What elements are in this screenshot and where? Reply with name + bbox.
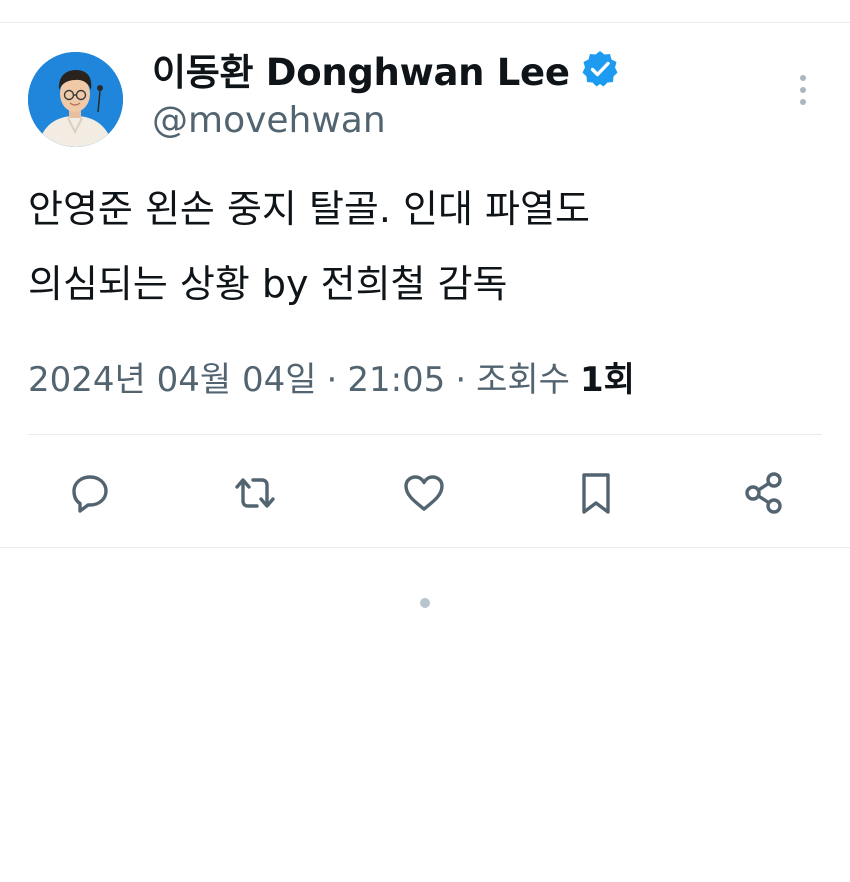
bookmark-icon (582, 473, 610, 514)
reply-button[interactable] (62, 465, 118, 521)
meta-separator: · (455, 360, 467, 400)
tweet-text-line: 의심되는 상황 by 전희철 감독 (28, 262, 508, 306)
share-button[interactable] (736, 465, 792, 521)
page-indicator-dot (420, 598, 430, 608)
bottom-divider (0, 547, 850, 548)
views-suffix: 회 (603, 360, 635, 400)
tweet-date[interactable]: 2024년 04월 04일 (28, 352, 317, 401)
tweet-text-line: 안영준 왼손 중지 탈골. 인대 파열도 (28, 187, 590, 231)
display-name[interactable]: 이동환 Donghwan Lee (152, 42, 570, 96)
tweet-meta: 2024년 04월 04일 · 21:05 · 조회수 1회 (28, 352, 635, 401)
user-handle[interactable]: @movehwan (152, 100, 386, 141)
like-button[interactable] (396, 465, 452, 521)
tweet-text: 안영준 왼손 중지 탈골. 인대 파열도 의심되는 상황 by 전희철 감독 (28, 172, 818, 322)
avatar[interactable] (28, 52, 123, 147)
profile-photo-icon (28, 52, 123, 147)
meta-divider (28, 434, 822, 435)
tweet-time[interactable]: 21:05 (347, 360, 445, 400)
more-options-icon[interactable] (792, 72, 814, 108)
verified-badge-icon (580, 49, 620, 89)
reply-icon (72, 475, 108, 513)
views-label: 조회수 (476, 360, 570, 400)
views-count: 1 (579, 360, 604, 400)
retweet-icon (235, 478, 275, 508)
heart-icon (404, 475, 444, 511)
action-bar (0, 465, 850, 521)
name-row: 이동환 Donghwan Lee (152, 44, 620, 94)
bookmark-button[interactable] (568, 465, 624, 521)
top-divider (0, 22, 850, 23)
retweet-button[interactable] (227, 465, 283, 521)
meta-separator: · (326, 360, 338, 400)
share-icon (745, 472, 782, 514)
